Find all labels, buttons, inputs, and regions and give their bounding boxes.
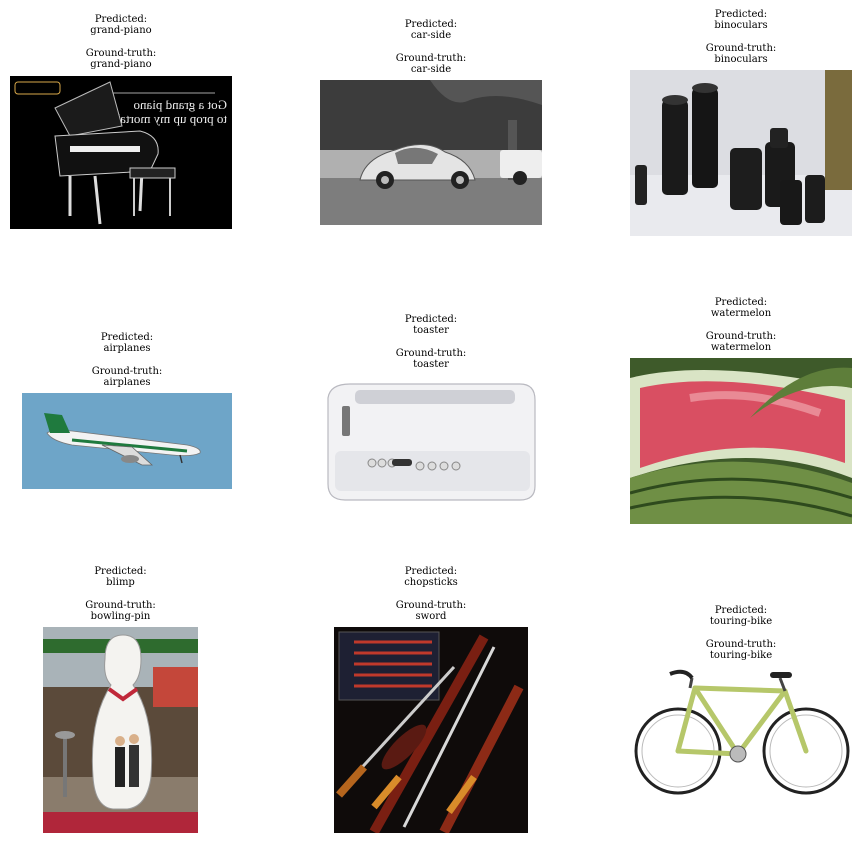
- ground-truth-value: binoculars: [714, 54, 768, 65]
- predicted-heading: Predicted:: [94, 14, 148, 25]
- ground-truth-heading: Ground-truth:: [705, 331, 777, 342]
- predicted-heading: Predicted:: [100, 332, 154, 343]
- ground-truth-value: sword: [415, 611, 447, 622]
- car-side-image: [320, 80, 542, 225]
- ground-truth-heading: Ground-truth:: [395, 53, 467, 64]
- predicted-heading: Predicted:: [404, 19, 458, 30]
- predicted-heading: Predicted:: [714, 605, 768, 616]
- ground-truth-value: touring-bike: [709, 650, 773, 661]
- ground-truth-heading: Ground-truth:: [705, 43, 777, 54]
- predicted-heading: Predicted:: [714, 297, 768, 308]
- predicted-value: blimp: [106, 577, 135, 588]
- image-text-line-1: Got a grand piano: [133, 97, 227, 112]
- predicted-heading: Predicted:: [714, 9, 768, 20]
- predicted-value: watermelon: [710, 308, 772, 319]
- predicted-value: binoculars: [714, 20, 768, 31]
- predicted-value: grand-piano: [90, 25, 152, 36]
- ground-truth-heading: Ground-truth:: [85, 600, 156, 611]
- ground-truth-value: bowling-pin: [90, 611, 151, 622]
- ground-truth-value: toaster: [413, 359, 449, 370]
- predicted-value: airplanes: [103, 343, 151, 354]
- ground-truth-value: airplanes: [103, 377, 151, 388]
- touring-bike-image: [630, 666, 852, 799]
- predicted-heading: Predicted:: [94, 566, 147, 577]
- ground-truth-heading: Ground-truth:: [85, 48, 157, 59]
- bowling-pin-image: [43, 627, 198, 833]
- ground-truth-value: car-side: [410, 64, 452, 75]
- binoculars-image: [630, 70, 852, 236]
- watermelon-image: [630, 358, 852, 524]
- predicted-value: chopsticks: [404, 577, 458, 588]
- ground-truth-heading: Ground-truth:: [395, 600, 467, 611]
- predicted-value: toaster: [413, 325, 449, 336]
- ground-truth-heading: Ground-truth:: [705, 639, 777, 650]
- predicted-value: touring-bike: [709, 616, 773, 627]
- predicted-heading: Predicted:: [404, 566, 458, 577]
- ground-truth-heading: Ground-truth:: [395, 348, 467, 359]
- ground-truth-heading: Ground-truth:: [91, 366, 163, 377]
- ground-truth-value: watermelon: [710, 342, 772, 353]
- airplane-image: [22, 393, 232, 489]
- toaster-image: [320, 376, 542, 506]
- grand-piano-image: Got a grand piano to prop up my mortal r…: [10, 76, 232, 229]
- predicted-value: car-side: [410, 30, 452, 41]
- ground-truth-value: grand-piano: [90, 59, 152, 70]
- predicted-heading: Predicted:: [404, 314, 458, 325]
- sword-image: [334, 627, 528, 833]
